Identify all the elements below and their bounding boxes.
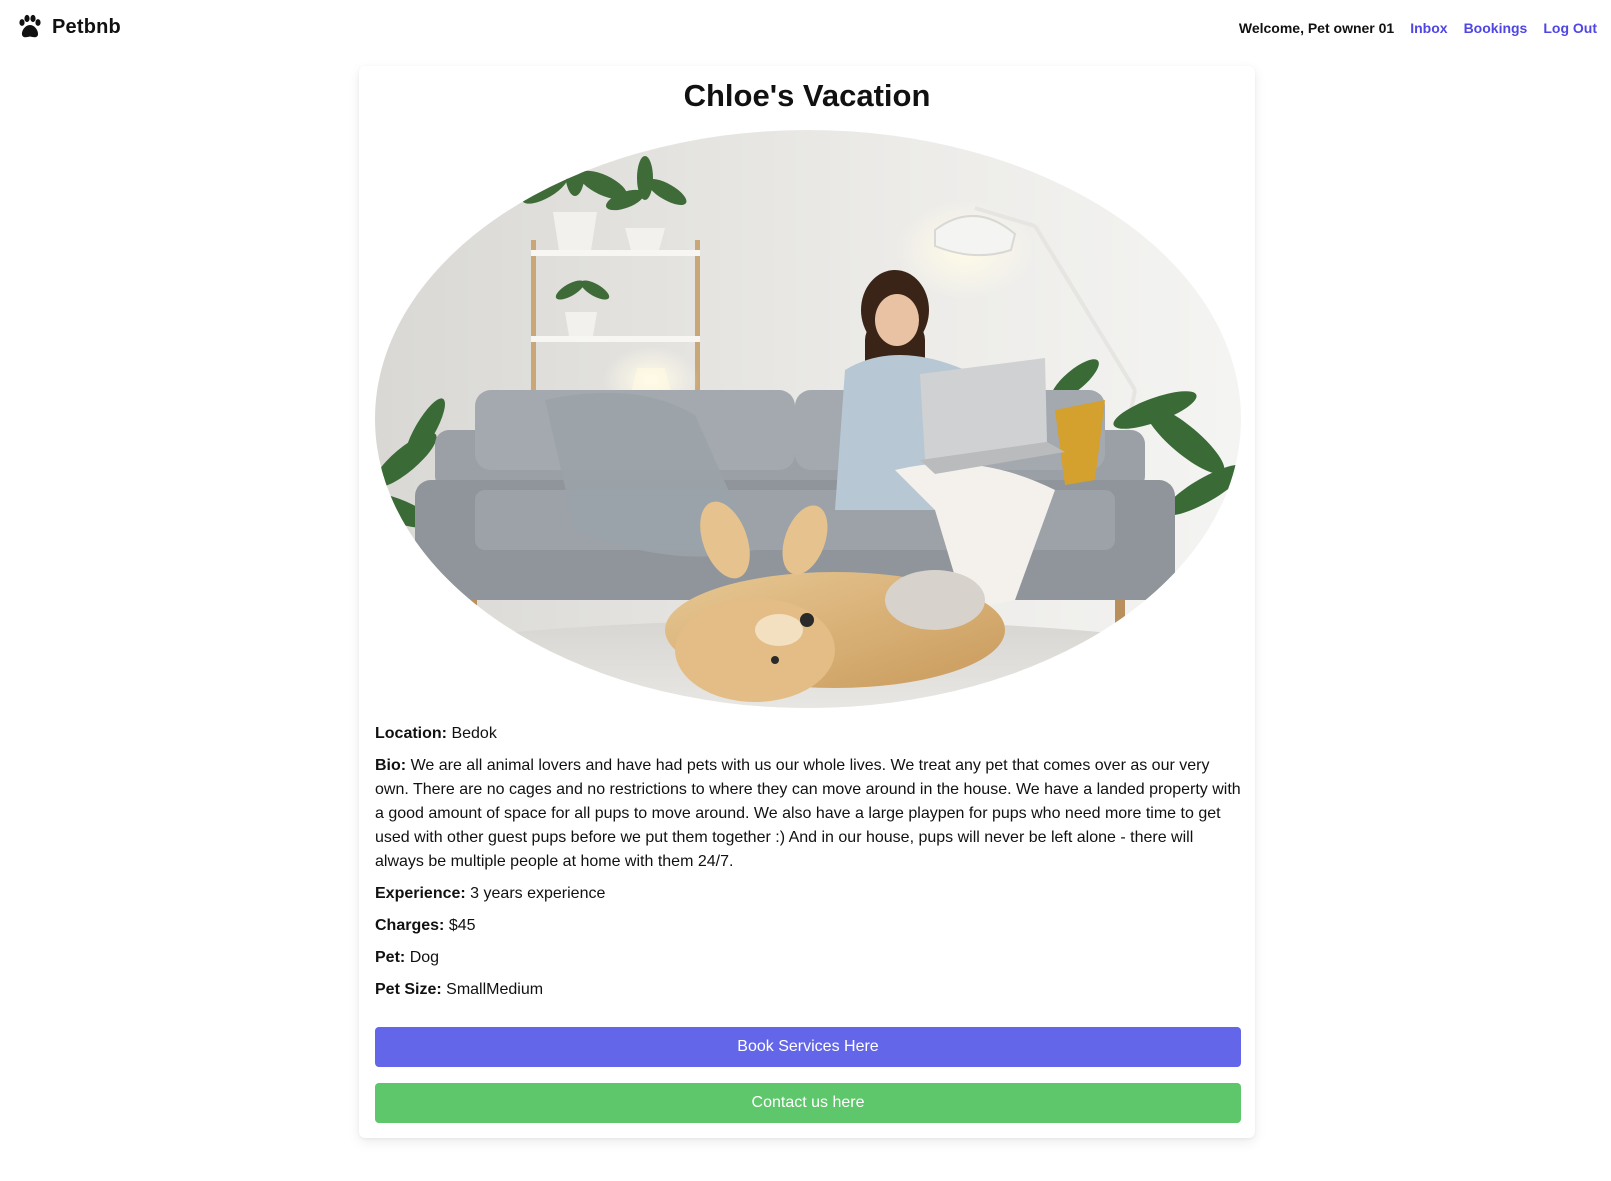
nav-links: Welcome, Pet owner 01 Inbox Bookings Log… bbox=[1239, 20, 1597, 36]
listing-card: Chloe's Vacation Location: Bedok Bio: We… bbox=[359, 66, 1255, 1138]
experience-value: 3 years experience bbox=[470, 885, 606, 902]
welcome-text: Welcome, Pet owner 01 bbox=[1238, 20, 1395, 36]
top-navbar: Petbnb Welcome, Pet owner 01 Inbox Booki… bbox=[0, 0, 1611, 58]
charges-row: Charges: $45 bbox=[375, 914, 1241, 938]
nav-bookings-link[interactable]: Bookings bbox=[1464, 20, 1528, 36]
brand-name: Petbnb bbox=[52, 15, 121, 38]
charges-value: $45 bbox=[448, 917, 476, 934]
paw-icon bbox=[19, 14, 41, 38]
pet-label: Pet: bbox=[375, 949, 406, 966]
bio-row: Bio: We are all animal lovers and have h… bbox=[375, 754, 1241, 874]
pet-size-label: Pet Size: bbox=[375, 981, 442, 998]
experience-label: Experience: bbox=[375, 885, 466, 902]
nav-inbox-link[interactable]: Inbox bbox=[1410, 20, 1447, 36]
location-row: Location: Bedok bbox=[375, 722, 1241, 746]
book-services-button[interactable]: Book Services Here bbox=[375, 1027, 1241, 1067]
pet-row: Pet: Dog bbox=[375, 946, 1241, 970]
pet-value: Dog bbox=[409, 949, 440, 966]
nav-logout-link[interactable]: Log Out bbox=[1543, 20, 1597, 36]
listing-details: Location: Bedok Bio: We are all animal l… bbox=[375, 722, 1241, 1010]
pet-size-value: SmallMedium bbox=[446, 981, 544, 998]
brand-link[interactable]: Petbnb bbox=[16, 14, 121, 40]
location-value: Bedok bbox=[451, 725, 497, 742]
location-label: Location: bbox=[375, 725, 447, 742]
listing-photo bbox=[375, 130, 1241, 708]
experience-row: Experience: 3 years experience bbox=[375, 882, 1241, 906]
pet-size-row: Pet Size: SmallMedium bbox=[375, 978, 1241, 1002]
contact-us-button[interactable]: Contact us here bbox=[375, 1083, 1241, 1123]
charges-label: Charges: bbox=[375, 917, 445, 934]
bio-label: Bio: bbox=[375, 757, 407, 774]
bio-value: We are all animal lovers and have had pe… bbox=[375, 757, 1241, 870]
listing-title: Chloe's Vacation bbox=[683, 78, 931, 113]
